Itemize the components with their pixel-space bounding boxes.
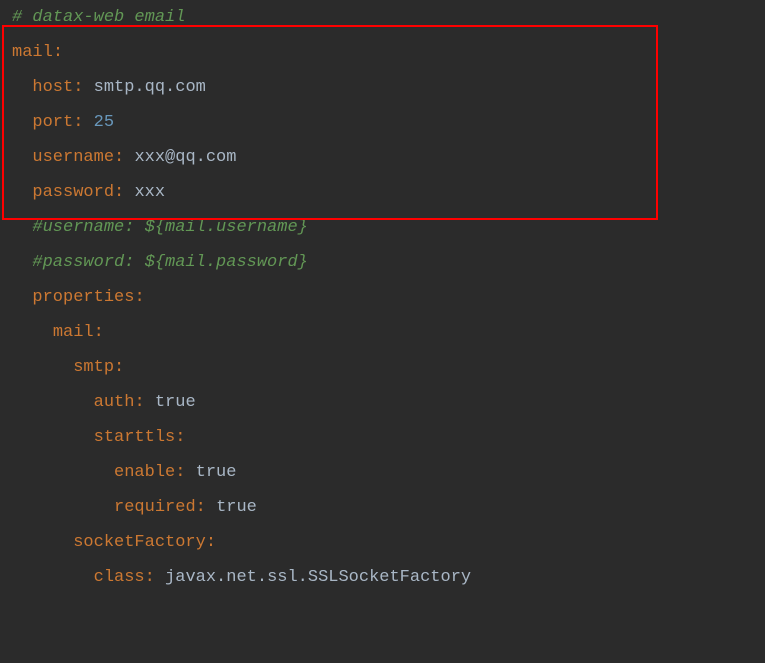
colon: : (175, 463, 185, 482)
code-line: #username: ${mail.username} (12, 210, 753, 245)
yaml-key: mail (53, 323, 94, 342)
code-line: # datax-web email (12, 0, 753, 35)
comment-text: #password: ${mail.password} (32, 253, 307, 272)
code-line: smtp: (12, 350, 753, 385)
yaml-value: true (196, 463, 237, 482)
colon: : (114, 148, 124, 167)
colon: : (73, 78, 83, 97)
yaml-value: javax.net.ssl.SSLSocketFactory (165, 568, 471, 587)
yaml-value: smtp.qq.com (94, 78, 206, 97)
colon: : (206, 533, 216, 552)
code-line: password: xxx (12, 175, 753, 210)
code-line: socketFactory: (12, 525, 753, 560)
colon: : (53, 43, 63, 62)
code-line: mail: (12, 35, 753, 70)
yaml-key: class (94, 568, 145, 587)
code-line: enable: true (12, 455, 753, 490)
yaml-key: enable (114, 463, 175, 482)
colon: : (114, 183, 124, 202)
code-line: port: 25 (12, 105, 753, 140)
yaml-key: starttls (94, 428, 176, 447)
yaml-value: 25 (94, 113, 114, 132)
yaml-key: properties (32, 288, 134, 307)
code-line: auth: true (12, 385, 753, 420)
code-line: class: javax.net.ssl.SSLSocketFactory (12, 560, 753, 595)
colon: : (175, 428, 185, 447)
colon: : (145, 568, 155, 587)
colon: : (196, 498, 206, 517)
yaml-key: port (32, 113, 73, 132)
yaml-key: password (32, 183, 114, 202)
colon: : (94, 323, 104, 342)
code-line: host: smtp.qq.com (12, 70, 753, 105)
yaml-key: username (32, 148, 114, 167)
yaml-value: xxx@qq.com (134, 148, 236, 167)
comment-text: #username: ${mail.username} (32, 218, 307, 237)
comment-text: # datax-web email (12, 8, 185, 27)
code-line: properties: (12, 280, 753, 315)
yaml-value: true (155, 393, 196, 412)
yaml-value: xxx (134, 183, 165, 202)
yaml-key: required (114, 498, 196, 517)
code-line: #password: ${mail.password} (12, 245, 753, 280)
code-line: required: true (12, 490, 753, 525)
colon: : (134, 288, 144, 307)
code-editor[interactable]: # datax-web email mail: host: smtp.qq.co… (0, 0, 765, 595)
colon: : (73, 113, 83, 132)
code-line: username: xxx@qq.com (12, 140, 753, 175)
yaml-key: host (32, 78, 73, 97)
colon: : (134, 393, 144, 412)
yaml-key: mail (12, 43, 53, 62)
yaml-key: smtp (73, 358, 114, 377)
colon: : (114, 358, 124, 377)
code-line: mail: (12, 315, 753, 350)
yaml-value: true (216, 498, 257, 517)
code-line: starttls: (12, 420, 753, 455)
yaml-key: auth (94, 393, 135, 412)
yaml-key: socketFactory (73, 533, 206, 552)
